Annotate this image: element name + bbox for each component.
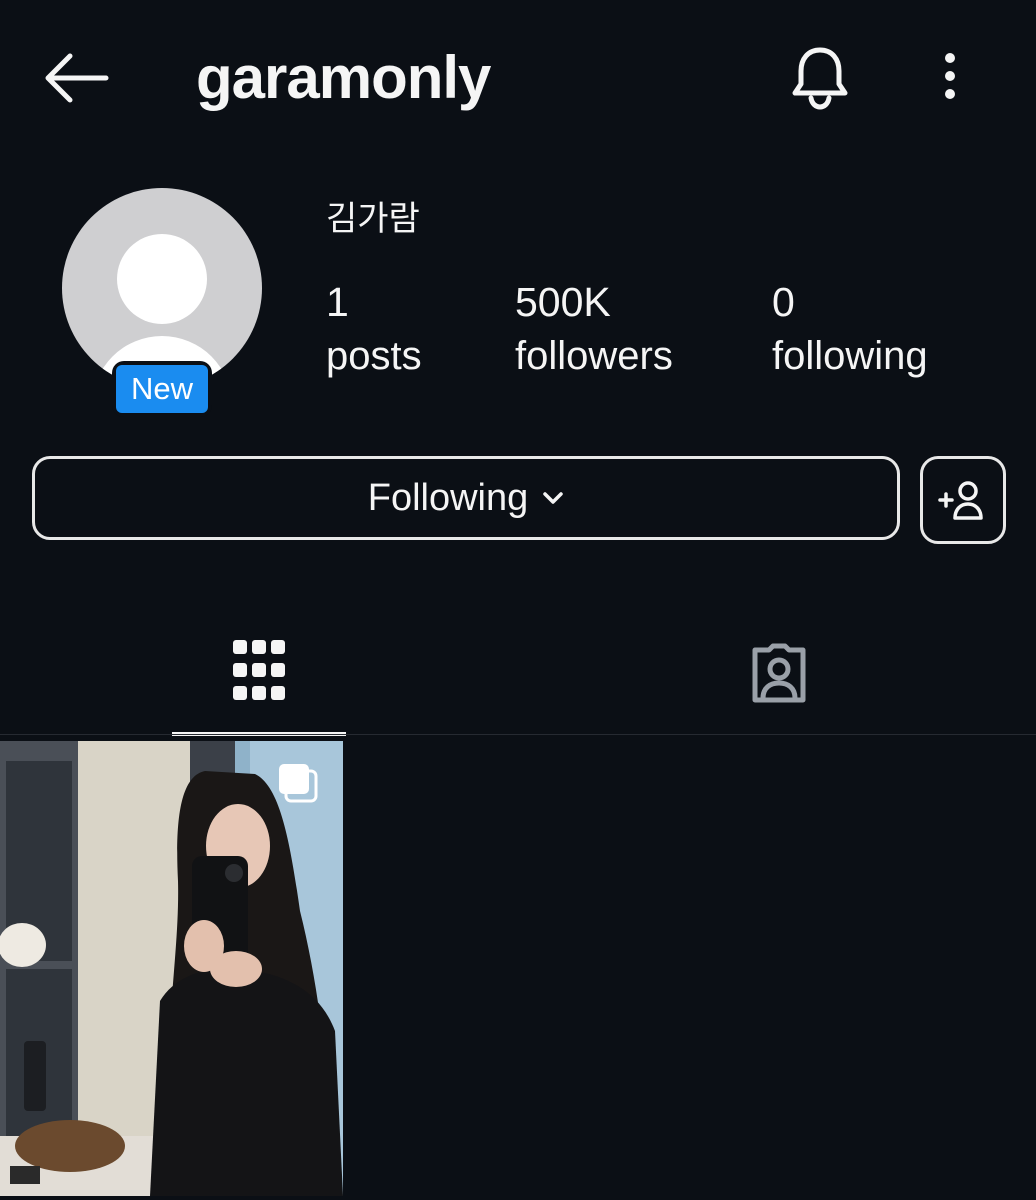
new-badge-label: New: [116, 365, 208, 413]
posts-count: 1: [326, 279, 349, 325]
tagged-icon: [752, 643, 806, 703]
avatar-placeholder-head: [117, 234, 207, 324]
tab-posts-grid[interactable]: [172, 612, 346, 736]
add-user-button[interactable]: [920, 456, 1006, 544]
following-stat[interactable]: 0 following: [772, 276, 928, 384]
back-arrow-icon: [45, 53, 109, 103]
followers-count: 500K: [515, 279, 611, 325]
more-vertical-icon: [945, 53, 955, 99]
new-badge: New: [112, 361, 212, 417]
following-button[interactable]: Following: [32, 456, 900, 540]
post-photo: [0, 741, 343, 1196]
add-user-icon: [938, 481, 983, 520]
tabs-divider: [0, 734, 1036, 735]
tab-tagged[interactable]: [700, 612, 874, 736]
profile-username: garamonly: [196, 44, 491, 111]
followers-stat[interactable]: 500K followers: [515, 276, 673, 384]
following-button-label: Following: [367, 476, 529, 519]
chevron-down-icon: [543, 492, 564, 504]
bell-icon: [792, 47, 848, 110]
back-button[interactable]: [40, 48, 112, 108]
avatar[interactable]: [62, 188, 262, 388]
post-thumbnail[interactable]: [0, 741, 343, 1196]
followers-label: followers: [515, 334, 673, 378]
display-name: 김가람: [326, 199, 420, 239]
posts-label: posts: [326, 334, 422, 378]
following-count: 0: [772, 279, 795, 325]
multiple-images-icon: [279, 764, 318, 803]
more-options-button[interactable]: [928, 48, 972, 104]
posts-stat[interactable]: 1 posts: [326, 276, 422, 384]
grid-icon: [233, 640, 285, 700]
notifications-button[interactable]: [788, 44, 852, 110]
following-label: following: [772, 334, 928, 378]
